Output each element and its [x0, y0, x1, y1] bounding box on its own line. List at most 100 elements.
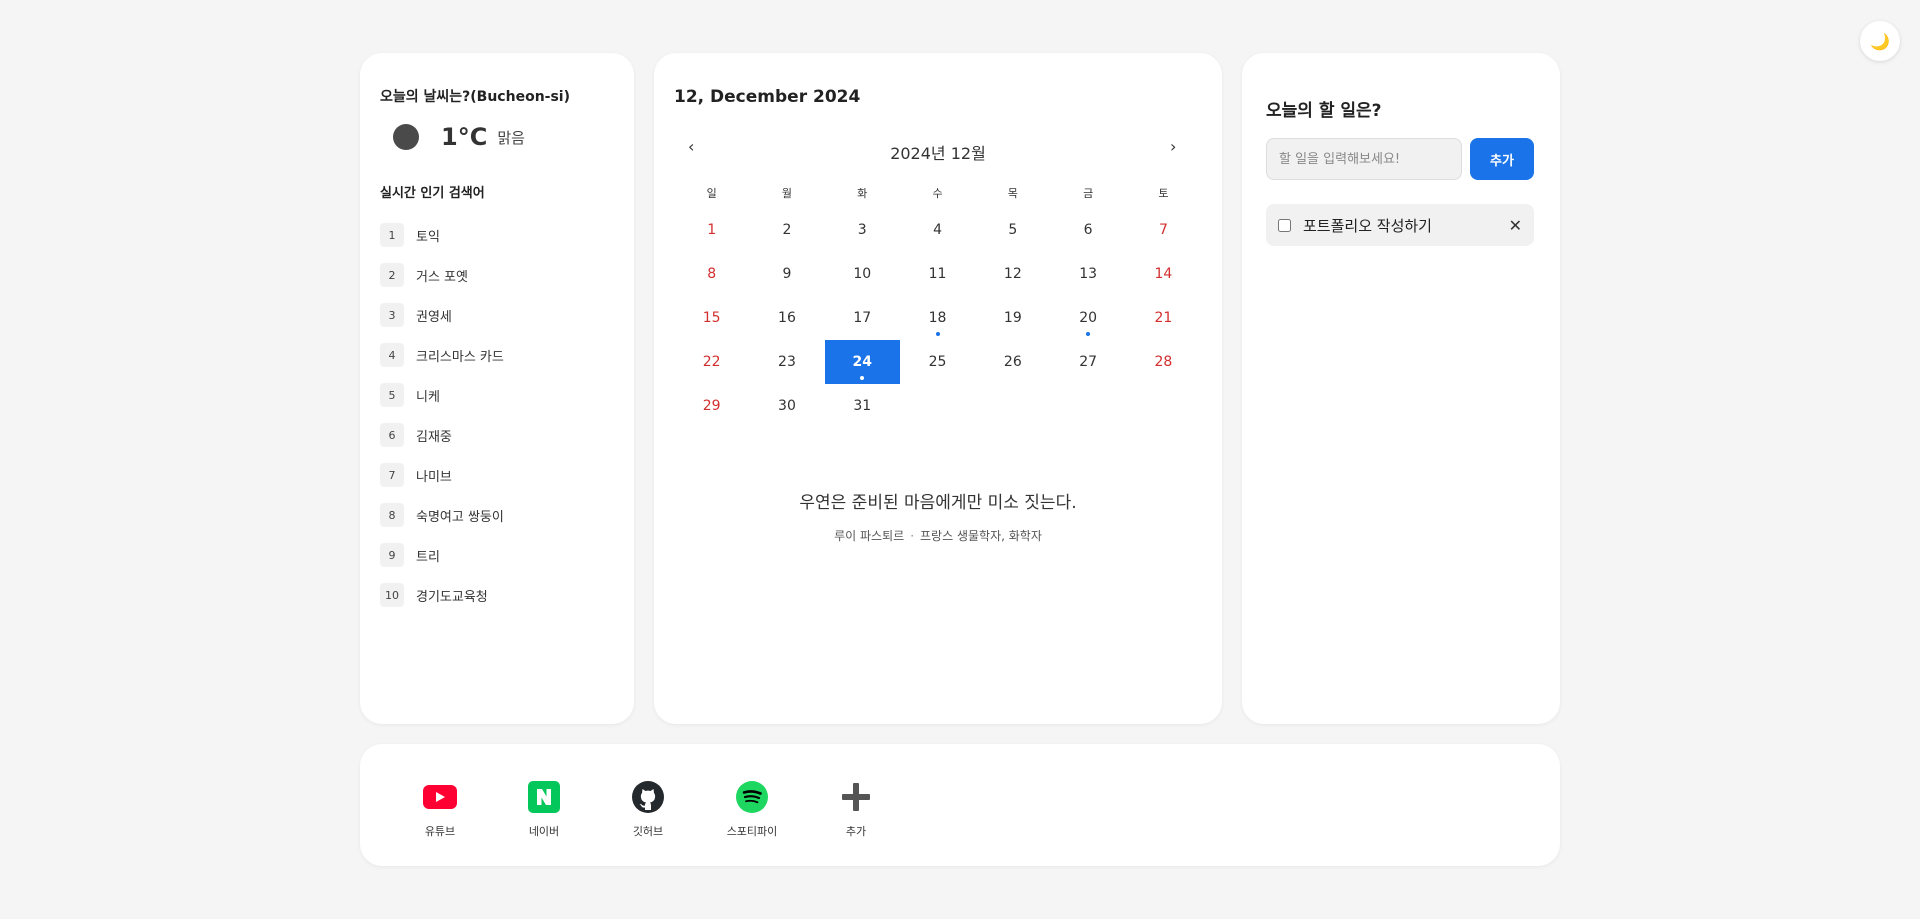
calendar-next-button[interactable]: › [1170, 137, 1176, 156]
youtube-icon [423, 780, 457, 814]
calendar-day-selected[interactable]: 24 [824, 340, 900, 384]
shortcut-github[interactable]: 깃허브 [608, 780, 688, 839]
trending-item[interactable]: 6 김재중 [380, 415, 610, 455]
weather-trending-card: 오늘의 날씨는?(Bucheon-si) 1°C 맑음 실시간 인기 검색어 1… [360, 53, 634, 724]
calendar-day[interactable]: 1 [674, 208, 749, 252]
calendar-day[interactable]: 10 [825, 252, 900, 296]
quote-source: 루이 파스퇴르 · 프랑스 생물학자, 화학자 [654, 527, 1222, 544]
trending-item[interactable]: 2 거스 포옛 [380, 255, 610, 295]
quote-author-role: 프랑스 생물학자, 화학자 [920, 529, 1042, 543]
weekday-label: 토 [1158, 187, 1169, 200]
weekday-label: 화 [857, 187, 868, 200]
trending-term: 거스 포옛 [416, 269, 468, 285]
calendar-day[interactable]: 23 [749, 340, 824, 384]
calendar-day[interactable]: 18 [900, 296, 975, 340]
trending-item[interactable]: 10 경기도교육청 [380, 575, 610, 615]
calendar-day[interactable]: 4 [900, 208, 975, 252]
calendar-day-number: 8 [707, 266, 717, 282]
calendar-day[interactable]: 15 [674, 296, 749, 340]
calendar-day[interactable]: 16 [749, 296, 824, 340]
calendar-day[interactable]: 11 [900, 252, 975, 296]
calendar-day[interactable]: 13 [1050, 252, 1125, 296]
calendar-day-number: 15 [702, 310, 721, 326]
naver-icon [527, 780, 561, 814]
calendar-day[interactable]: 14 [1126, 252, 1201, 296]
calendar-day[interactable]: 5 [975, 208, 1050, 252]
weekday-label: 수 [932, 187, 943, 200]
calendar-day[interactable]: 20 [1050, 296, 1125, 340]
calendar-day-number: 18 [928, 310, 947, 326]
todo-item-checkbox[interactable] [1278, 218, 1291, 232]
weather-summary: 1°C 맑음 [393, 123, 525, 151]
calendar-day[interactable]: 7 [1126, 208, 1201, 252]
calendar-day[interactable]: 25 [900, 340, 975, 384]
shortcut-naver[interactable]: 네이버 [504, 780, 584, 839]
trending-item[interactable]: 8 숙명여고 쌍둥이 [380, 495, 610, 535]
trending-item[interactable]: 5 니케 [380, 375, 610, 415]
calendar-day[interactable]: 29 [674, 384, 749, 428]
shortcut-youtube[interactable]: 유튜브 [400, 780, 480, 839]
calendar-day-number: 19 [1003, 310, 1022, 326]
shortcut-label: 깃허브 [632, 825, 664, 838]
calendar-day[interactable]: 8 [674, 252, 749, 296]
calendar-day[interactable]: 27 [1050, 340, 1125, 384]
todo-card: 오늘의 할 일은? 추가 포트폴리오 작성하기 ✕ [1242, 53, 1560, 724]
calendar-day[interactable]: 19 [975, 296, 1050, 340]
weekday-label: 목 [1007, 187, 1018, 200]
calendar-day-number: 30 [778, 398, 796, 414]
shortcut-spotify[interactable]: 스포티파이 [712, 780, 792, 839]
calendar-day[interactable]: 2 [749, 208, 824, 252]
calendar-day-number: 7 [1158, 222, 1168, 238]
trending-rank-badge: 10 [380, 583, 404, 607]
trending-term: 토익 [416, 229, 440, 245]
calendar-day[interactable]: 9 [749, 252, 824, 296]
theme-toggle-button[interactable]: 🌙 [1860, 21, 1900, 61]
todo-item: 포트폴리오 작성하기 ✕ [1266, 204, 1534, 246]
trending-rank-badge: 5 [380, 383, 404, 407]
calendar-day[interactable]: 21 [1126, 296, 1201, 340]
trending-item[interactable]: 1 토익 [380, 215, 610, 255]
trending-title: 실시간 인기 검색어 [380, 186, 485, 201]
calendar-day[interactable]: 22 [674, 340, 749, 384]
calendar-day[interactable]: 12 [975, 252, 1050, 296]
weather-temperature: 1°C [441, 123, 488, 151]
quote-author: 루이 파스퇴르 [834, 529, 905, 543]
calendar-day[interactable]: 6 [1050, 208, 1125, 252]
calendar-day-number: 9 [782, 266, 792, 282]
calendar-day[interactable]: 17 [825, 296, 900, 340]
shortcut-add[interactable]: 추가 [816, 780, 896, 839]
trending-term: 크리스마스 카드 [416, 349, 504, 365]
calendar-day[interactable]: 31 [825, 384, 900, 428]
event-indicator-dot [860, 376, 865, 380]
todo-delete-button[interactable]: ✕ [1509, 216, 1522, 235]
trending-term: 김재중 [416, 429, 452, 445]
trending-item[interactable]: 7 나미브 [380, 455, 610, 495]
calendar-prev-button[interactable]: ‹ [688, 137, 694, 156]
calendar-day[interactable]: 3 [825, 208, 900, 252]
trending-rank-badge: 3 [380, 303, 404, 327]
calendar-grid: 1 2 3 4 5 6 7 8 9 10 11 12 13 14 15 16 17 18 19 20 21 22 23 24 2… [674, 208, 1201, 428]
todo-add-button[interactable]: 추가 [1470, 138, 1534, 180]
calendar-day-number: 22 [702, 354, 721, 370]
calendar-day[interactable]: 28 [1126, 340, 1201, 384]
plus-icon [839, 780, 873, 814]
shortcut-label: 스포티파이 [726, 825, 778, 838]
calendar-day-number: 26 [1003, 354, 1022, 370]
calendar-day-number: 21 [1154, 310, 1173, 326]
todo-input[interactable] [1266, 138, 1462, 180]
trending-term: 경기도교육청 [416, 589, 488, 605]
trending-term: 권영세 [416, 309, 452, 325]
shortcut-label: 유튜브 [424, 825, 456, 838]
weather-title: 오늘의 날씨는?(Bucheon-si) [380, 89, 570, 105]
quote-separator: · [910, 529, 915, 543]
calendar-day[interactable]: 26 [975, 340, 1050, 384]
trending-item[interactable]: 9 트리 [380, 535, 610, 575]
trending-item[interactable]: 4 크리스마스 카드 [380, 335, 610, 375]
calendar-month-label: 2024년 12월 [890, 144, 986, 163]
calendar-weekday-header: 일월화수목금토 [674, 185, 1201, 201]
trending-rank-badge: 6 [380, 423, 404, 447]
moon-icon: 🌙 [1870, 31, 1890, 51]
calendar-day[interactable]: 30 [749, 384, 824, 428]
trending-item[interactable]: 3 권영세 [380, 295, 610, 335]
weather-condition: 맑음 [497, 128, 525, 147]
